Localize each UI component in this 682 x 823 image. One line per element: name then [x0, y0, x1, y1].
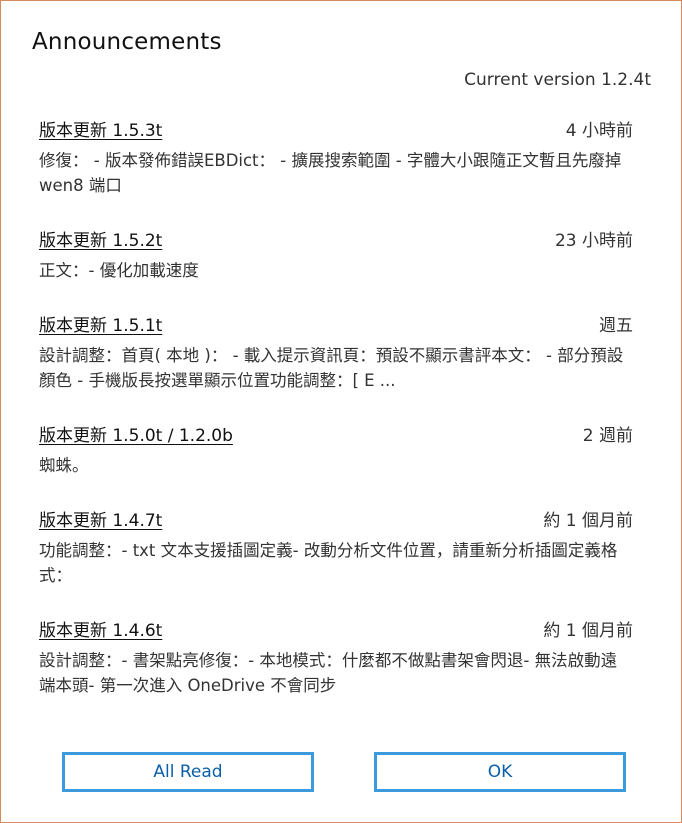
announcement-header: 版本更新 1.5.2t 23 小時前 — [39, 224, 633, 251]
announcement-body: 功能調整：- txt 文本支援插圖定義- 改動分析文件位置，請重新分析插圖定義格… — [39, 541, 618, 585]
announcement-header: 版本更新 1.4.7t 約 1 個月前 — [39, 504, 633, 531]
announcement-title-link[interactable]: 版本更新 1.5.2t — [39, 226, 162, 251]
ok-button[interactable]: OK — [374, 752, 626, 792]
announcement-title-link[interactable]: 版本更新 1.4.7t — [39, 506, 162, 531]
announcement-list[interactable]: 版本更新 1.5.3t 4 小時前修復： - 版本發佈錯誤EBDict： - 擴展… — [39, 111, 633, 723]
announcement-header: 版本更新 1.5.0t / 1.2.0b 2 週前 — [39, 419, 633, 446]
announcement-item[interactable]: 版本更新 1.5.0t / 1.2.0b 2 週前蜘蛛。 — [39, 419, 633, 478]
announcement-title-link[interactable]: 版本更新 1.5.3t — [39, 116, 162, 141]
announcement-time: 約 1 個月前 — [543, 511, 633, 531]
announcement-body: 設計調整：首頁( 本地 )： - 載入提示資訊頁：預設不顯示書評本文： - 部分… — [39, 346, 624, 390]
announcement-item[interactable]: 版本更新 1.4.7t 約 1 個月前功能調整：- txt 文本支援插圖定義- 改… — [39, 504, 633, 588]
announcement-item[interactable]: 版本更新 1.5.1t 週五設計調整：首頁( 本地 )： - 載入提示資訊頁：預設… — [39, 309, 633, 393]
announcement-time: 週五 — [599, 316, 633, 336]
all-read-button[interactable]: All Read — [62, 752, 314, 792]
announcements-dialog: Announcements Current version 1.2.4t 版本更… — [0, 0, 682, 823]
current-version-label: Current version 1.2.4t — [464, 70, 651, 90]
announcement-body: 正文：- 優化加載速度 — [39, 261, 199, 280]
announcement-title-link[interactable]: 版本更新 1.5.1t — [39, 311, 162, 336]
announcement-time: 2 週前 — [582, 426, 633, 446]
announcement-body: 蜘蛛。 — [39, 456, 89, 475]
announcement-time: 約 1 個月前 — [543, 621, 633, 641]
announcement-title-link[interactable]: 版本更新 1.5.0t / 1.2.0b — [39, 421, 233, 446]
announcement-header: 版本更新 1.4.6t 約 1 個月前 — [39, 614, 633, 641]
announcement-time: 23 小時前 — [554, 231, 633, 251]
announcement-time: 4 小時前 — [565, 121, 633, 141]
announcement-title-link[interactable]: 版本更新 1.4.6t — [39, 616, 162, 641]
dialog-title: Announcements — [32, 29, 222, 55]
announcement-item[interactable]: 版本更新 1.4.6t 約 1 個月前設計調整：- 書架點亮修復：- 本地模式：什… — [39, 614, 633, 698]
announcement-header: 版本更新 1.5.1t 週五 — [39, 309, 633, 336]
announcement-header: 版本更新 1.5.3t 4 小時前 — [39, 114, 633, 141]
announcement-body: 修復： - 版本發佈錯誤EBDict： - 擴展搜索範圍 - 字體大小跟隨正文暫… — [39, 151, 622, 195]
announcement-item[interactable]: 版本更新 1.5.3t 4 小時前修復： - 版本發佈錯誤EBDict： - 擴展… — [39, 114, 633, 198]
announcement-item[interactable]: 版本更新 1.5.2t 23 小時前正文：- 優化加載速度 — [39, 224, 633, 283]
announcement-body: 設計調整：- 書架點亮修復：- 本地模式：什麼都不做點書架會閃退- 無法啟動遠端… — [39, 651, 618, 695]
